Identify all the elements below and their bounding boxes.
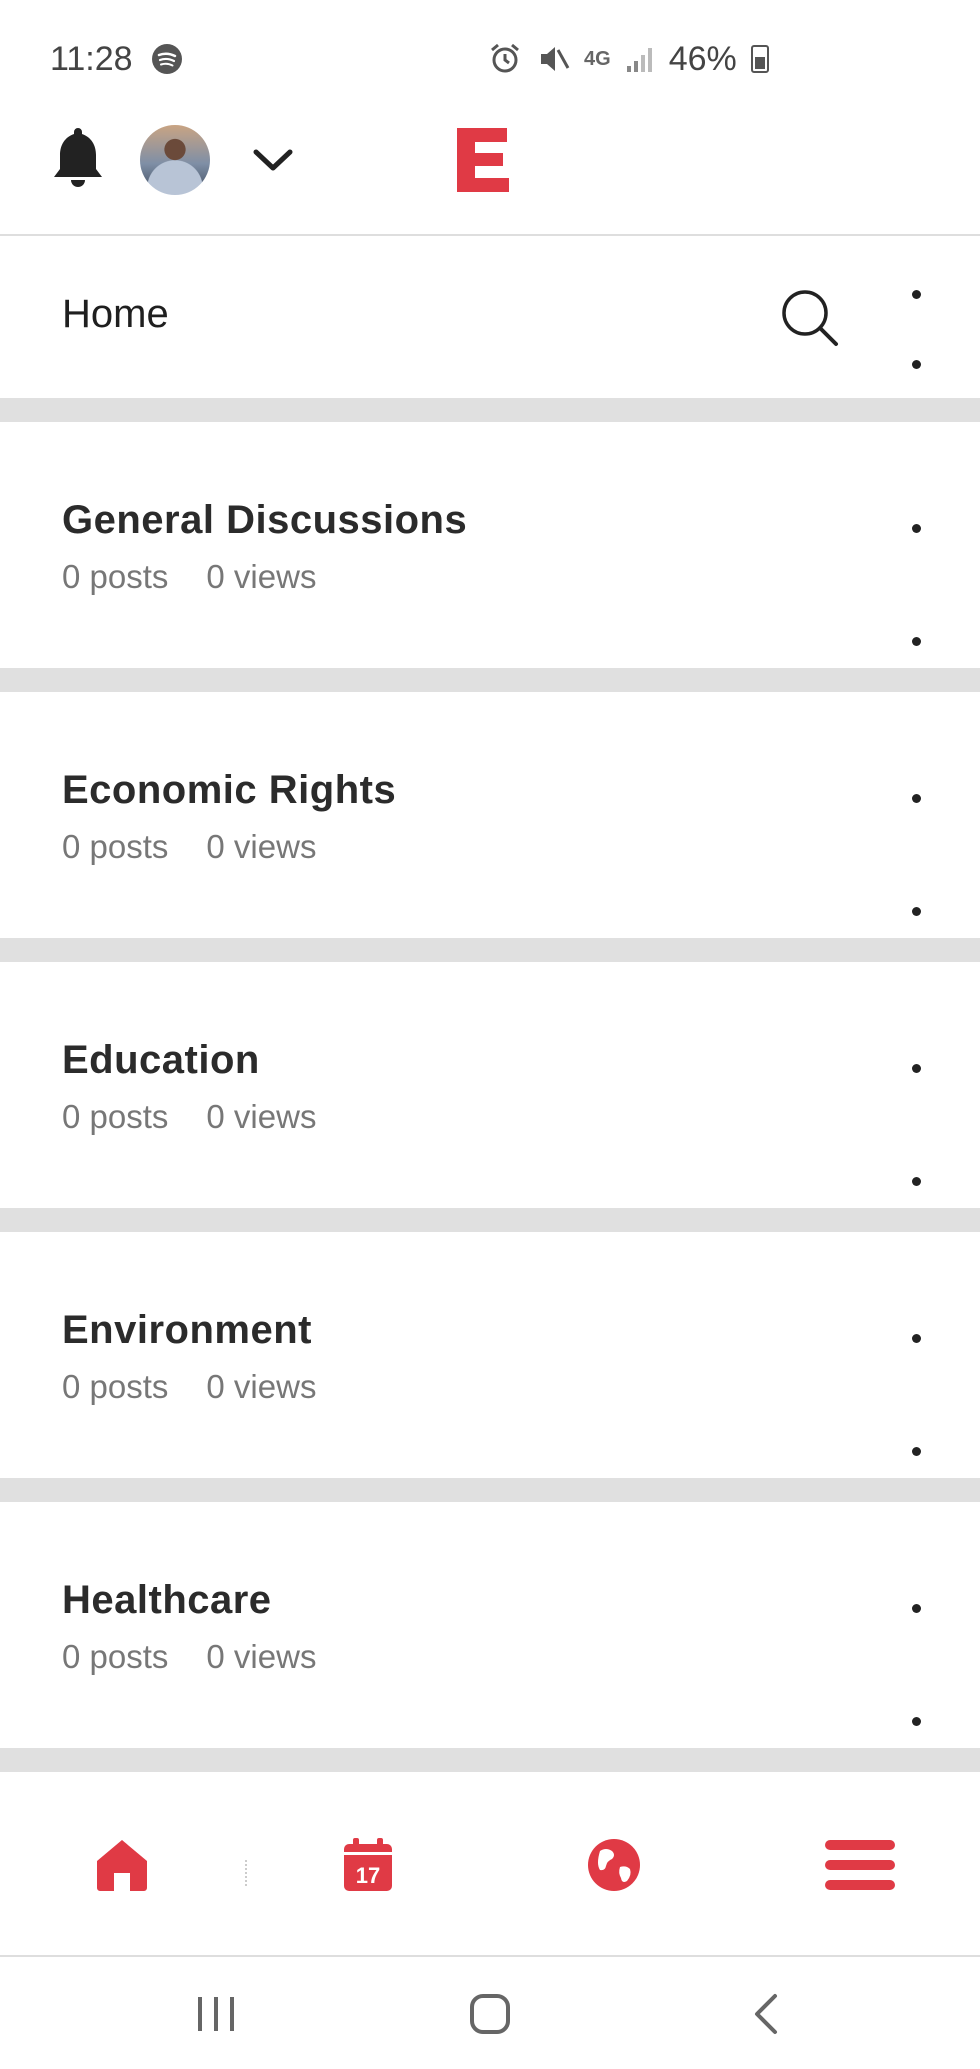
battery-icon	[750, 45, 769, 73]
home-header: Home	[0, 238, 980, 438]
views-count: 0 views	[206, 1638, 317, 1675]
bottom-nav: 17	[0, 1772, 980, 1957]
mute-icon	[536, 42, 570, 76]
signal-icon	[625, 44, 655, 74]
divider	[0, 1208, 980, 1232]
menu-icon[interactable]	[800, 1772, 920, 1957]
alarm-icon	[488, 42, 522, 76]
posts-count: 0 posts	[62, 558, 169, 595]
battery-percent: 46%	[668, 39, 737, 78]
back-icon[interactable]	[726, 1959, 806, 2069]
category-item[interactable]: Economic Rights 0 posts 0 views	[0, 692, 980, 1028]
avatar[interactable]	[140, 125, 210, 195]
category-title[interactable]: Education	[62, 1038, 260, 1083]
category-item[interactable]: Healthcare 0 posts 0 views	[0, 1502, 980, 1838]
bell-icon[interactable]	[50, 124, 106, 194]
views-count: 0 views	[206, 828, 317, 865]
app-screen: 11:28 4G 46% Home General Discussions 0 …	[0, 0, 980, 2069]
divider	[0, 668, 980, 692]
chevron-down-icon[interactable]	[250, 140, 296, 180]
app-bar	[0, 118, 980, 236]
views-count: 0 views	[206, 1098, 317, 1135]
views-count: 0 views	[206, 1368, 317, 1405]
status-bar: 11:28 4G 46%	[0, 0, 980, 118]
category-item[interactable]: Environment 0 posts 0 views	[0, 1232, 980, 1568]
divider	[0, 1748, 980, 1772]
page-title: Home	[62, 292, 169, 336]
views-count: 0 views	[206, 558, 317, 595]
category-item[interactable]: Education 0 posts 0 views	[0, 962, 980, 1298]
spotify-icon	[151, 43, 183, 75]
nav-separator	[245, 1860, 247, 1886]
category-title[interactable]: General Discussions	[62, 498, 467, 543]
category-item[interactable]: General Discussions 0 posts 0 views	[0, 422, 980, 758]
home-icon[interactable]	[62, 1772, 182, 1957]
system-nav-bar	[0, 1959, 980, 2069]
divider	[0, 938, 980, 962]
category-stats: 0 posts 0 views	[62, 1638, 316, 1676]
calendar-day: 17	[356, 1863, 380, 1888]
search-icon[interactable]	[778, 286, 842, 350]
category-stats: 0 posts 0 views	[62, 828, 316, 866]
category-stats: 0 posts 0 views	[62, 1098, 316, 1136]
network-icon: 4G	[584, 47, 611, 70]
divider	[0, 398, 980, 422]
posts-count: 0 posts	[62, 1638, 169, 1675]
category-stats: 0 posts 0 views	[62, 558, 316, 596]
divider	[0, 1478, 980, 1502]
category-stats: 0 posts 0 views	[62, 1368, 316, 1406]
category-title[interactable]: Environment	[62, 1308, 312, 1353]
globe-icon[interactable]	[554, 1772, 674, 1957]
category-title[interactable]: Economic Rights	[62, 768, 396, 813]
posts-count: 0 posts	[62, 1368, 169, 1405]
home-circle-icon[interactable]	[450, 1959, 530, 2069]
calendar-icon[interactable]: 17	[308, 1772, 428, 1957]
posts-count: 0 posts	[62, 828, 169, 865]
posts-count: 0 posts	[62, 1098, 169, 1135]
recents-icon[interactable]	[176, 1959, 256, 2069]
app-logo	[455, 126, 511, 194]
category-title[interactable]: Healthcare	[62, 1578, 272, 1623]
status-time: 11:28	[50, 39, 133, 78]
